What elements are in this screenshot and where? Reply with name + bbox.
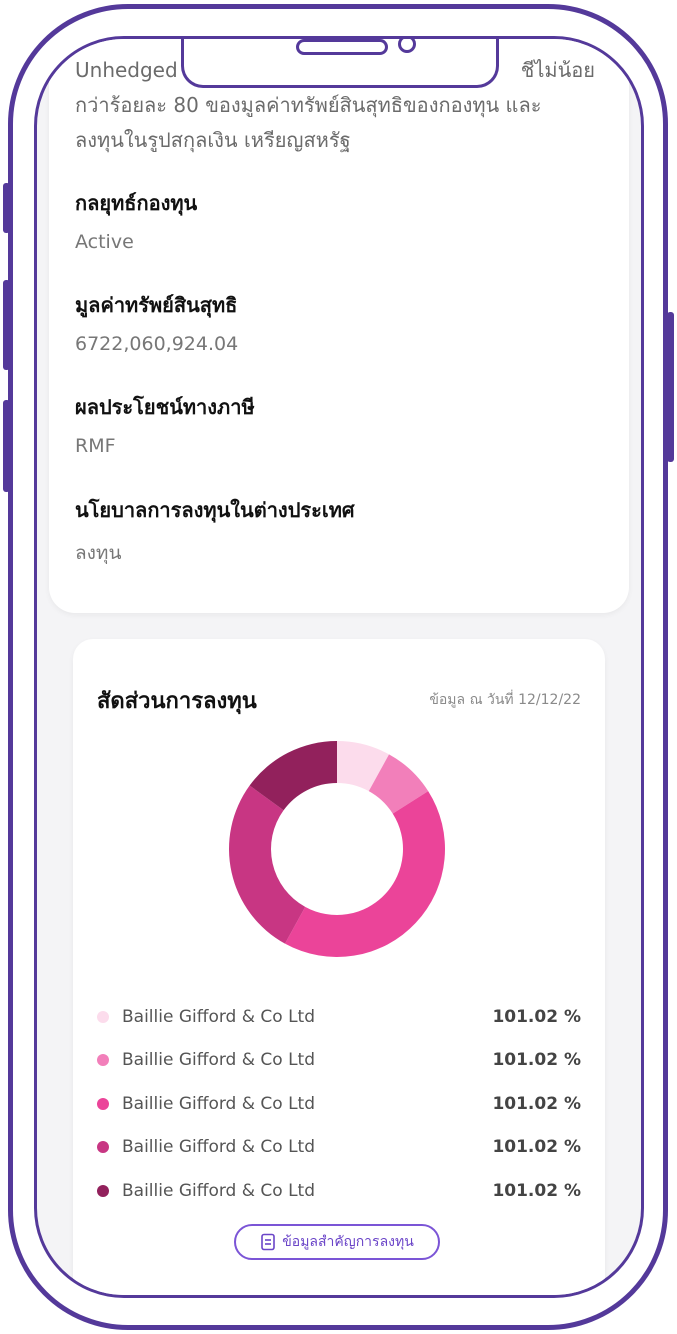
nav-label: มูลค่าทรัพย์สินสุทธิ [75,293,238,317]
desc-line1-right: ชีไม่น้อย [520,58,595,82]
tax-benefit-label: ผลประโยชน์ทางภาษี [75,395,255,419]
legend-value: 101.02 % [492,1050,581,1071]
mute-switch [3,183,10,233]
legend-name: Baillie Gifford & Co Ltd [122,1093,315,1114]
desc-line2: กว่าร้อยละ 80 ของมูลค่าทรัพย์สินสุทธิของ… [75,93,542,117]
donut-slice [228,785,306,944]
fund-info-card: Unhedged ชีไม่น้อย กว่าร้อยละ 80 ของมูลค… [49,39,629,613]
legend-item: Baillie Gifford & Co Ltd 101.02 % [97,995,581,1039]
volume-up-button [3,280,10,370]
legend-item: Baillie Gifford & Co Ltd 101.02 % [97,1126,581,1170]
legend-name: Baillie Gifford & Co Ltd [122,1137,315,1158]
investment-info-button[interactable]: ข้อมูลสำคัญการลงทุน [234,1224,440,1260]
strategy-label: กลยุทธ์กองทุน [75,191,198,215]
legend-name: Baillie Gifford & Co Ltd [122,1180,315,1201]
document-icon [261,1233,276,1251]
power-button [667,312,674,462]
desc-line3: ลงทุนในรูปสกุลเงิน เหรียญสหรัฐ [75,128,351,152]
allocation-card: สัดส่วนการลงทุน ข้อมูล ณ วันที่ 12/12/22… [73,639,605,1295]
legend-item: Baillie Gifford & Co Ltd 101.02 % [97,1039,581,1083]
speaker-grille [296,39,388,55]
legend-value: 101.02 % [492,1137,581,1158]
legend-item: Baillie Gifford & Co Ltd 101.02 % [97,1169,581,1213]
foreign-policy-value: ลงทุน [75,542,122,564]
legend-item: Baillie Gifford & Co Ltd 101.02 % [97,1082,581,1126]
screen-content: Unhedged ชีไม่น้อย กว่าร้อยละ 80 ของมูลค… [37,39,641,1295]
phone-notch [181,39,499,88]
allocation-legend: Baillie Gifford & Co Ltd 101.02 % Bailli… [97,995,581,1213]
investment-info-label: ข้อมูลสำคัญการลงทุน [282,1234,414,1250]
legend-value: 101.02 % [492,1180,581,1201]
legend-dot [97,1141,109,1154]
legend-name: Baillie Gifford & Co Ltd [122,1050,315,1071]
legend-dot [97,1097,109,1110]
legend-value: 101.02 % [492,1006,581,1027]
legend-name: Baillie Gifford & Co Ltd [122,1006,315,1027]
legend-value: 101.02 % [492,1093,581,1114]
legend-dot [97,1010,109,1023]
allocation-date: ข้อมูล ณ วันที่ 12/12/22 [429,692,581,708]
legend-dot [97,1184,109,1197]
allocation-title: สัดส่วนการลงทุน [97,689,257,714]
legend-dot [97,1054,109,1067]
foreign-policy-label: นโยบาลการลงทุนในต่างประเทศ [75,498,355,522]
donut-slice [284,791,445,957]
phone-screen: Unhedged ชีไม่น้อย กว่าร้อยละ 80 ของมูลค… [34,36,644,1298]
allocation-donut-chart [228,741,445,957]
nav-value: 6722,060,924.04 [75,333,239,355]
tax-benefit-value: RMF [75,435,116,457]
strategy-value: Active [75,231,134,253]
desc-line1-left: Unhedged [75,58,178,82]
volume-down-button [3,400,10,492]
front-camera [398,39,416,53]
